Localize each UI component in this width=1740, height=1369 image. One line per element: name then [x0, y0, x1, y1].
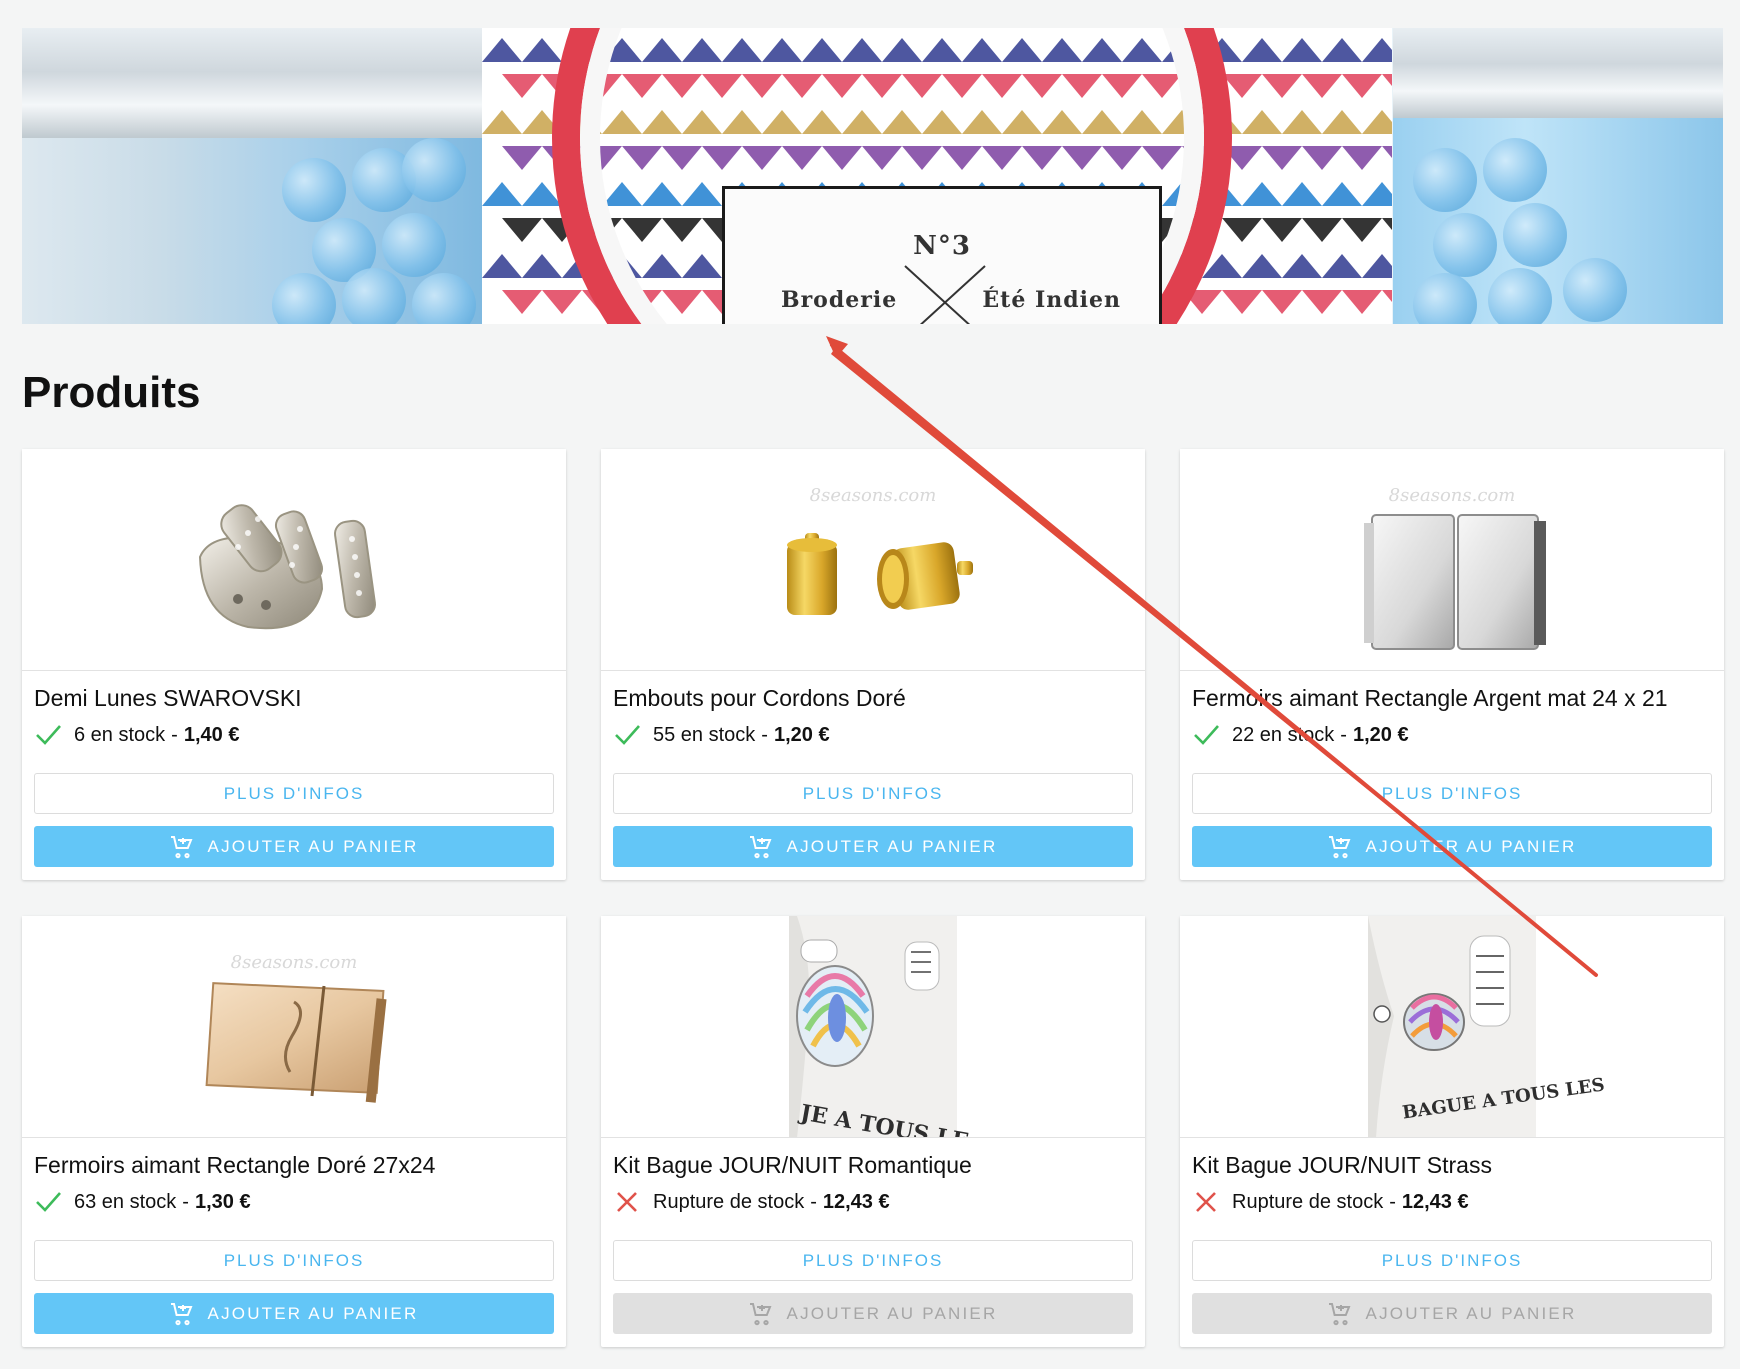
banner-label-left: Broderie	[781, 287, 898, 313]
check-icon	[36, 725, 61, 745]
add-to-cart-label: AJOUTER AU PANIER	[786, 1303, 998, 1323]
product-card: JE A TOUS LE Kit Bague JOUR/NUIT Romanti…	[601, 916, 1145, 1347]
add-to-cart-label: AJOUTER AU PANIER	[207, 1303, 419, 1323]
price-separator: -	[182, 1190, 189, 1213]
check-icon	[615, 725, 640, 745]
add-to-cart-icon	[170, 1302, 193, 1325]
more-info-button[interactable]: PLUS D'INFOS	[613, 773, 1133, 814]
product-card: BAGUE A TOUS LES Kit Bague JOUR/NUIT Str…	[1180, 916, 1724, 1347]
product-price: 1,20 €	[1352, 723, 1409, 746]
stock-status: 6 en stock - 1,40 €	[34, 723, 239, 747]
product-name[interactable]: Embouts pour Cordons Doré	[613, 685, 906, 712]
x-icon	[1196, 1192, 1216, 1212]
stock-text: 6 en stock	[74, 723, 166, 746]
product-price: 1,20 €	[773, 723, 830, 746]
banner-label-number: N°3	[913, 231, 971, 261]
add-to-cart-icon	[170, 835, 193, 858]
stock-status: 55 en stock - 1,20 €	[613, 723, 830, 747]
more-info-button[interactable]: PLUS D'INFOS	[34, 773, 554, 814]
product-name[interactable]: Kit Bague JOUR/NUIT Romantique	[613, 1152, 972, 1179]
silver-magnetic-clasp-image: 8seasons.com	[1364, 485, 1546, 650]
add-to-cart-button-disabled: AJOUTER AU PANIER	[1192, 1293, 1712, 1334]
price-separator: -	[1389, 1190, 1396, 1213]
add-to-cart-label: AJOUTER AU PANIER	[786, 836, 998, 856]
stock-status: 22 en stock - 1,20 €	[1192, 723, 1409, 747]
more-info-button[interactable]: PLUS D'INFOS	[1192, 773, 1712, 814]
x-icon	[617, 1192, 637, 1212]
product-name[interactable]: Fermoirs aimant Rectangle Doré 27x24	[34, 1152, 435, 1179]
stock-status: Rupture de stock - 12,43 €	[1192, 1190, 1469, 1214]
product-card: 8seasons.com Embouts pour Cordons Doré 5…	[601, 449, 1145, 880]
stock-status: Rupture de stock - 12,43 €	[613, 1190, 890, 1214]
add-to-cart-icon	[1328, 835, 1351, 858]
add-to-cart-button-disabled: AJOUTER AU PANIER	[613, 1293, 1133, 1334]
product-price: 1,40 €	[183, 723, 240, 746]
price-separator: -	[171, 723, 178, 746]
add-to-cart-label: AJOUTER AU PANIER	[1365, 1303, 1577, 1323]
price-separator: -	[810, 1190, 817, 1213]
stock-text: Rupture de stock	[653, 1190, 805, 1213]
banner-label-card: N°3 Broderie Été Indien	[722, 186, 1162, 324]
more-info-button[interactable]: PLUS D'INFOS	[34, 1240, 554, 1281]
product-name[interactable]: Demi Lunes SWAROVSKI	[34, 685, 302, 712]
banner-label-right: Été Indien	[982, 287, 1121, 313]
add-to-cart-icon	[749, 1302, 772, 1325]
add-to-cart-label: AJOUTER AU PANIER	[207, 836, 419, 856]
gold-magnetic-clasp-image: 8seasons.com	[205, 952, 387, 1103]
more-info-button[interactable]: PLUS D'INFOS	[1192, 1240, 1712, 1281]
image-watermark: 8seasons.com	[1389, 485, 1516, 506]
product-image[interactable]: JE A TOUS LE	[601, 916, 1145, 1138]
price-separator: -	[1340, 723, 1347, 746]
page: N°3 Broderie Été Indien Produits Demi Lu…	[0, 0, 1740, 1369]
stock-text: Rupture de stock	[1232, 1190, 1384, 1213]
banner-bubble-wrap-left	[22, 28, 482, 324]
stock-text: 22 en stock	[1232, 723, 1335, 746]
page-title: Produits	[22, 368, 201, 417]
check-icon	[1194, 725, 1219, 745]
add-to-cart-button[interactable]: AJOUTER AU PANIER	[34, 1293, 554, 1334]
product-price: 1,30 €	[194, 1190, 251, 1213]
product-name[interactable]: Fermoirs aimant Rectangle Argent mat 24 …	[1192, 685, 1668, 712]
product-card: 8seasons.com Fermoirs aimant Rectangle D…	[22, 916, 566, 1347]
add-to-cart-button[interactable]: AJOUTER AU PANIER	[34, 826, 554, 867]
image-watermark: 8seasons.com	[231, 952, 358, 973]
price-separator: -	[761, 723, 768, 746]
stock-text: 55 en stock	[653, 723, 756, 746]
product-image[interactable]: BAGUE A TOUS LES	[1180, 916, 1724, 1138]
gold-cord-end-caps-image: 8seasons.com	[787, 485, 973, 615]
product-card: 8seasons.com Fermoirs aimant Rectangle A…	[1180, 449, 1724, 880]
stock-text: 63 en stock	[74, 1190, 177, 1213]
needles-cross-icon	[904, 265, 986, 324]
product-card: Demi Lunes SWAROVSKI 6 en stock - 1,40 €…	[22, 449, 566, 880]
check-icon	[36, 1192, 61, 1212]
stock-status: 63 en stock - 1,30 €	[34, 1190, 251, 1214]
banner-bubble-wrap-right	[1393, 28, 1723, 324]
product-image[interactable]: 8seasons.com	[1180, 449, 1724, 671]
add-to-cart-button[interactable]: AJOUTER AU PANIER	[1192, 826, 1712, 867]
add-to-cart-icon	[1328, 1302, 1351, 1325]
product-image[interactable]: 8seasons.com	[22, 916, 566, 1138]
add-to-cart-icon	[749, 835, 772, 858]
product-image[interactable]	[22, 449, 566, 671]
product-image[interactable]: 8seasons.com	[601, 449, 1145, 671]
ring-kit-romantique-image: JE A TOUS LE	[789, 916, 970, 1137]
product-name[interactable]: Kit Bague JOUR/NUIT Strass	[1192, 1152, 1492, 1179]
swarovski-half-moon-beads-image	[198, 504, 376, 630]
product-price: 12,43 €	[1401, 1190, 1469, 1213]
hero-banner: N°3 Broderie Été Indien	[22, 28, 1723, 324]
more-info-button[interactable]: PLUS D'INFOS	[613, 1240, 1133, 1281]
image-watermark: 8seasons.com	[810, 485, 937, 506]
product-price: 12,43 €	[822, 1190, 890, 1213]
add-to-cart-button[interactable]: AJOUTER AU PANIER	[613, 826, 1133, 867]
ring-kit-strass-image: BAGUE A TOUS LES	[1368, 916, 1606, 1137]
add-to-cart-label: AJOUTER AU PANIER	[1365, 836, 1577, 856]
